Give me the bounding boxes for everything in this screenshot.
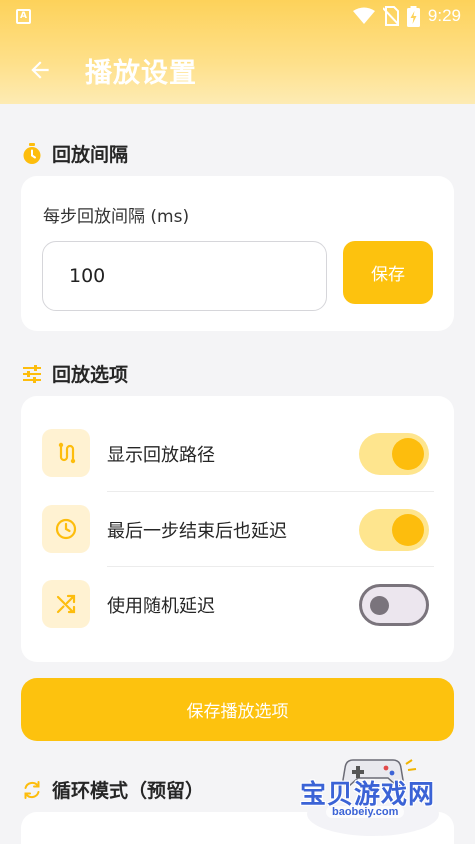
wifi-icon [352,7,375,24]
save-options-button[interactable]: 保存播放选项 [21,678,454,741]
interval-section-heading: 回放间隔 [22,140,128,167]
option-label: 最后一步结束后也延迟 [107,521,287,542]
option-icon-box [42,429,90,477]
option-label: 使用随机延迟 [107,596,215,617]
status-time: 9:29 [427,6,461,25]
options-heading-text: 回放选项 [52,364,129,386]
loop-heading-text: 循环模式（预留） [52,780,205,802]
watermark-url: baobeiy.com [326,806,405,818]
toggle-knob [392,438,424,470]
route-icon [58,442,76,464]
options-section-heading: 回放选项 [22,360,128,387]
toggle-knob [392,514,424,546]
battery-charging-icon [406,5,420,27]
timer-icon [23,142,41,164]
watermark-logo: 宝贝游戏网 baobeiy.com [298,758,448,840]
tune-icon [23,364,41,383]
option-icon-box [42,505,90,553]
option-row-random-delay: 使用随机延迟 [21,567,454,641]
shuffle-icon [56,594,76,614]
interval-card: 每步回放间隔 (ms) 保存 [21,176,454,331]
page-title: 播放设置 [85,57,197,89]
interval-input[interactable] [42,241,327,311]
toggle-knob [370,596,389,615]
options-card: 显示回放路径 最后一步结束后也延迟 使用随机延迟 [21,396,454,662]
show-path-toggle[interactable] [359,433,429,475]
option-row-final-delay: 最后一步结束后也延迟 [21,492,454,566]
sync-icon [24,780,40,799]
loop-section-heading: 循环模式（预留） [22,776,204,803]
back-button[interactable] [10,42,70,98]
save-interval-button[interactable]: 保存 [343,241,433,304]
option-row-show-path: 显示回放路径 [21,416,454,490]
interval-field-label: 每步回放间隔 (ms) [43,207,190,227]
clock-icon [55,518,77,540]
status-bar: A 9:29 [0,0,475,32]
app-notification-icon: A [16,8,31,24]
final-delay-toggle[interactable] [359,509,429,551]
option-icon-box [42,580,90,628]
interval-heading-text: 回放间隔 [52,144,129,166]
arrow-left-icon [31,61,49,79]
app-bar: 播放设置 [0,40,475,100]
option-label: 显示回放路径 [107,445,215,466]
no-sim-icon [382,6,399,26]
random-delay-toggle[interactable] [359,584,429,626]
status-icons: 9:29 [352,5,461,27]
